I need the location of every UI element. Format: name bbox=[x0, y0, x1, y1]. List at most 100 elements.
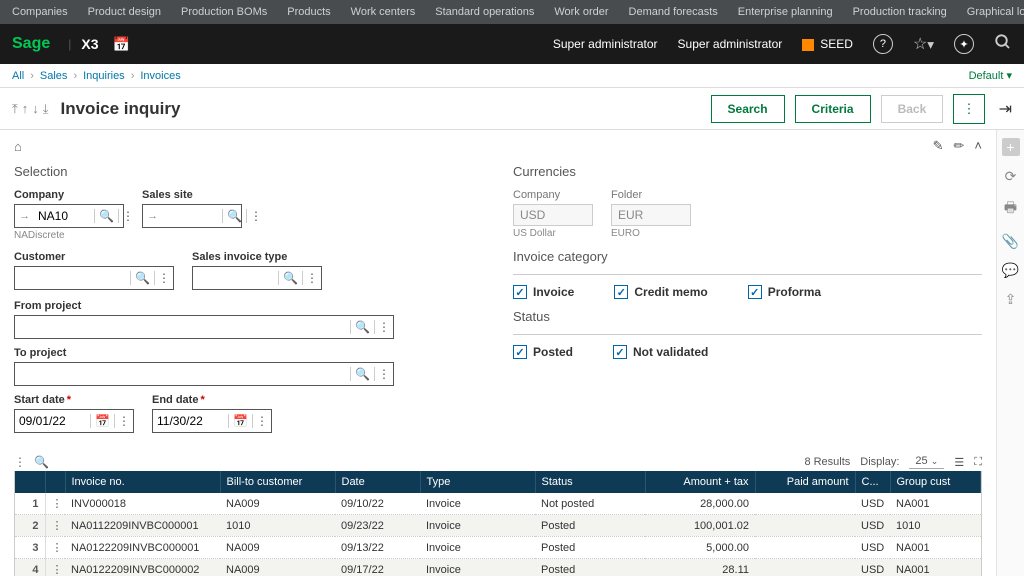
menu-work-order[interactable]: Work order bbox=[554, 6, 608, 18]
link-arrow-icon[interactable]: → bbox=[15, 210, 34, 222]
user-name[interactable]: Super administrator bbox=[678, 37, 783, 51]
col-rownum[interactable] bbox=[15, 471, 45, 493]
actions-icon[interactable]: ⋮ bbox=[114, 414, 133, 428]
grid-search-icon[interactable]: 🔍 bbox=[34, 455, 49, 469]
col-bill-to[interactable]: Bill-to customer bbox=[220, 471, 335, 493]
compass-icon[interactable]: ✦ bbox=[954, 34, 974, 54]
actions-icon[interactable]: ⋮ bbox=[374, 320, 393, 334]
company-field[interactable] bbox=[34, 209, 94, 223]
start-date-field[interactable] bbox=[15, 414, 90, 428]
chk-invoice[interactable]: ✓Invoice bbox=[513, 285, 574, 299]
print-icon[interactable]: 🖶 bbox=[1004, 197, 1017, 221]
calendar-icon[interactable]: 📅 bbox=[228, 414, 252, 428]
start-date-input[interactable]: 📅 ⋮ bbox=[14, 409, 134, 433]
menu-standard-operations[interactable]: Standard operations bbox=[435, 6, 534, 18]
menu-companies[interactable]: Companies bbox=[12, 6, 68, 18]
search-icon[interactable] bbox=[994, 33, 1012, 56]
grid-menu-icon[interactable]: ⋮ bbox=[14, 455, 26, 469]
bc-sales[interactable]: Sales bbox=[40, 70, 68, 82]
bc-inquiries[interactable]: Inquiries bbox=[83, 70, 125, 82]
favorite-icon[interactable]: ☆▾ bbox=[913, 34, 934, 54]
display-value[interactable]: 25 ⌄ bbox=[909, 455, 944, 469]
nav-first-icon[interactable]: ⤒ bbox=[12, 101, 18, 117]
sales-site-field[interactable] bbox=[162, 209, 222, 223]
bc-invoices[interactable]: Invoices bbox=[140, 70, 180, 82]
bc-all[interactable]: All bbox=[12, 70, 24, 82]
table-row[interactable]: 4⋮NA0122209INVBC000002NA00909/17/22Invoi… bbox=[15, 559, 981, 576]
pin-icon[interactable]: ✎ bbox=[933, 138, 944, 154]
row-actions-icon[interactable]: ⋮ bbox=[45, 493, 65, 515]
menu-production-boms[interactable]: Production BOMs bbox=[181, 6, 267, 18]
end-date-input[interactable]: 📅 ⋮ bbox=[152, 409, 272, 433]
col-paid[interactable]: Paid amount bbox=[755, 471, 855, 493]
col-amount[interactable]: Amount + tax bbox=[645, 471, 755, 493]
more-actions-button[interactable]: ⋮ bbox=[953, 94, 984, 124]
home-icon[interactable]: ⌂ bbox=[14, 139, 22, 154]
actions-icon[interactable]: ⋮ bbox=[246, 209, 265, 223]
actions-icon[interactable]: ⋮ bbox=[374, 367, 393, 381]
col-status[interactable]: Status bbox=[535, 471, 645, 493]
back-button[interactable]: Back bbox=[881, 95, 944, 123]
collapse-icon[interactable]: ˄ bbox=[974, 138, 982, 154]
default-link[interactable]: Default ▾ bbox=[969, 69, 1012, 82]
customer-field[interactable] bbox=[15, 271, 130, 285]
folder-indicator[interactable]: SEED bbox=[802, 37, 853, 51]
attach-icon[interactable]: 📎 bbox=[1002, 233, 1019, 250]
to-project-field[interactable] bbox=[15, 367, 350, 381]
menu-enterprise-planning[interactable]: Enterprise planning bbox=[738, 6, 833, 18]
lookup-icon[interactable]: 🔍 bbox=[350, 367, 374, 381]
expand-icon[interactable]: ⛶ bbox=[974, 456, 982, 469]
refresh-icon[interactable]: ⟳ bbox=[1005, 168, 1017, 185]
user-role[interactable]: Super administrator bbox=[553, 37, 658, 51]
invoice-type-field[interactable] bbox=[193, 271, 278, 285]
search-button[interactable]: Search bbox=[711, 95, 785, 123]
chk-posted[interactable]: ✓Posted bbox=[513, 345, 573, 359]
from-project-input[interactable]: 🔍 ⋮ bbox=[14, 315, 394, 339]
menu-products[interactable]: Products bbox=[287, 6, 330, 18]
nav-last-icon[interactable]: ⤓ bbox=[43, 101, 49, 117]
nav-next-icon[interactable]: ↓ bbox=[32, 101, 39, 117]
nav-prev-icon[interactable]: ↑ bbox=[22, 101, 29, 117]
menu-work-centers[interactable]: Work centers bbox=[351, 6, 416, 18]
comment-icon[interactable]: 💬 bbox=[1002, 262, 1019, 279]
actions-icon[interactable]: ⋮ bbox=[118, 209, 137, 223]
sales-site-input[interactable]: → 🔍 ⋮ bbox=[142, 204, 242, 228]
exit-icon[interactable]: ⇥ bbox=[999, 99, 1012, 119]
menu-graphical-loads[interactable]: Graphical loads bbox=[967, 6, 1024, 18]
lookup-icon[interactable]: 🔍 bbox=[94, 209, 118, 223]
to-project-input[interactable]: 🔍 ⋮ bbox=[14, 362, 394, 386]
share-icon[interactable]: ⇪ bbox=[1005, 291, 1017, 308]
table-row[interactable]: 2⋮NA0112209INVBC000001101009/23/22Invoic… bbox=[15, 515, 981, 537]
col-date[interactable]: Date bbox=[335, 471, 420, 493]
lookup-icon[interactable]: 🔍 bbox=[350, 320, 374, 334]
col-type[interactable]: Type bbox=[420, 471, 535, 493]
chk-proforma[interactable]: ✓Proforma bbox=[748, 285, 821, 299]
row-actions-icon[interactable]: ⋮ bbox=[45, 537, 65, 559]
from-project-field[interactable] bbox=[15, 320, 350, 334]
calendar-icon[interactable]: 📅 bbox=[90, 414, 114, 428]
lookup-icon[interactable]: 🔍 bbox=[278, 271, 302, 285]
row-actions-icon[interactable]: ⋮ bbox=[45, 559, 65, 576]
chk-not-validated[interactable]: ✓Not validated bbox=[613, 345, 708, 359]
col-actions[interactable] bbox=[45, 471, 65, 493]
customer-input[interactable]: 🔍 ⋮ bbox=[14, 266, 174, 290]
calendar-icon[interactable]: 📅 bbox=[113, 36, 130, 53]
chk-credit-memo[interactable]: ✓Credit memo bbox=[614, 285, 707, 299]
edit-icon[interactable]: ✏ bbox=[954, 138, 965, 154]
criteria-button[interactable]: Criteria bbox=[795, 95, 871, 123]
table-row[interactable]: 1⋮INV000018NA00909/10/22InvoiceNot poste… bbox=[15, 493, 981, 515]
company-input[interactable]: → 🔍 ⋮ bbox=[14, 204, 124, 228]
col-currency[interactable]: C... bbox=[855, 471, 890, 493]
row-actions-icon[interactable]: ⋮ bbox=[45, 515, 65, 537]
add-icon[interactable]: + bbox=[1002, 138, 1020, 156]
actions-icon[interactable]: ⋮ bbox=[154, 271, 173, 285]
actions-icon[interactable]: ⋮ bbox=[252, 414, 271, 428]
menu-demand-forecasts[interactable]: Demand forecasts bbox=[629, 6, 718, 18]
table-row[interactable]: 3⋮NA0122209INVBC000001NA00909/13/22Invoi… bbox=[15, 537, 981, 559]
menu-product-design[interactable]: Product design bbox=[88, 6, 161, 18]
lookup-icon[interactable]: 🔍 bbox=[130, 271, 154, 285]
actions-icon[interactable]: ⋮ bbox=[302, 271, 321, 285]
layers-icon[interactable]: ☰ bbox=[954, 456, 964, 469]
col-group[interactable]: Group cust bbox=[890, 471, 981, 493]
lookup-icon[interactable]: 🔍 bbox=[222, 209, 246, 223]
